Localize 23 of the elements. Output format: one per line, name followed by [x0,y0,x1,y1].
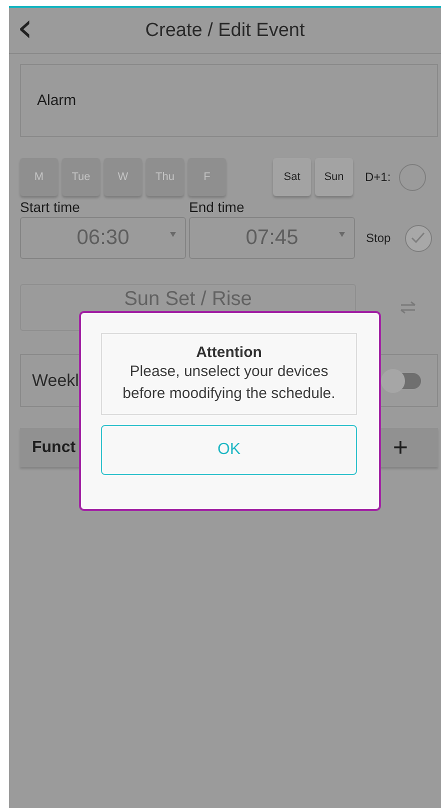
stop-checkbox[interactable] [404,224,432,252]
caret-icon [170,232,176,237]
next-day-label: D+1: [365,170,391,184]
caret-icon [339,232,345,237]
stop-label: Stop [366,231,391,245]
dialog-message: Please, unselect your devices before moodifying the schedule. [122,362,336,404]
functions-label: Funct [32,438,76,456]
back-button[interactable]: ‹ [11,10,39,46]
add-button[interactable]: + [392,432,408,463]
end-time-label: End time [189,199,246,215]
check-icon [411,232,426,244]
swap-icon[interactable] [400,301,416,314]
next-day-checkbox[interactable] [398,164,426,190]
weekly-label: Weekl [32,370,79,390]
start-time-select[interactable]: 06:30 [20,217,186,259]
day-toggle[interactable]: Sat [273,158,311,196]
day-toggle[interactable]: Sun [315,158,353,196]
name-field[interactable]: Alarm [20,64,438,137]
ok-button[interactable]: OK [101,425,357,475]
start-time-label: Start time [20,199,81,215]
dialog-title: Attention [196,344,262,360]
screen-title: Create / Edit Event [145,20,305,42]
end-time-select[interactable]: 07:45 [189,217,355,259]
